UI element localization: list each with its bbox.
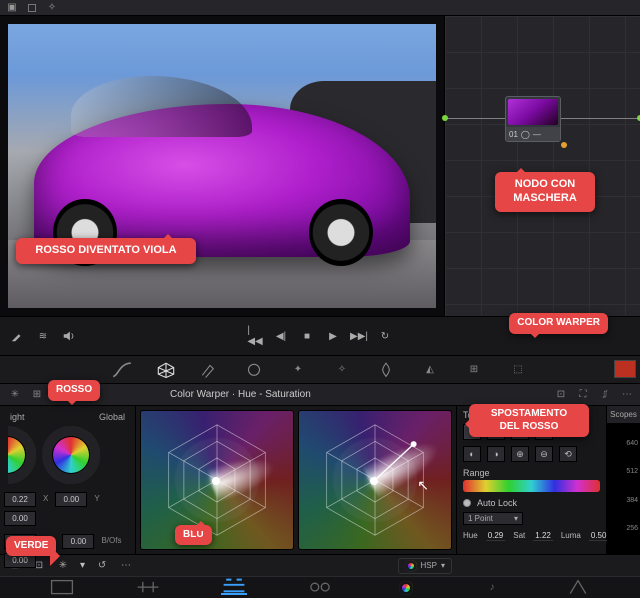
wand-icon[interactable]: ✧ bbox=[46, 2, 58, 14]
hue-value[interactable]: 0.29 bbox=[486, 531, 506, 541]
val-c1[interactable]: 0.00 bbox=[4, 511, 36, 526]
viewer-top-strip: ▣ ✧ bbox=[0, 0, 640, 16]
waveform-mini[interactable]: 640 512 384 256 bbox=[607, 424, 640, 554]
hue-range-strip[interactable] bbox=[463, 480, 600, 492]
callout-blu: BLU bbox=[175, 525, 212, 546]
key-icon[interactable]: ◭ bbox=[419, 361, 441, 379]
warper-spider-icon[interactable]: ✳ bbox=[8, 388, 22, 402]
lbl-y: Y bbox=[91, 492, 102, 507]
prev-clip-icon[interactable]: |◀◀ bbox=[248, 329, 262, 343]
speaker-icon[interactable] bbox=[62, 329, 76, 343]
highlight-wheel[interactable] bbox=[8, 426, 36, 484]
frame-box-icon[interactable] bbox=[28, 4, 36, 12]
autolock-label: Auto Lock bbox=[477, 498, 517, 508]
node-number: 01 bbox=[509, 130, 518, 139]
callout-rosso: ROSSO bbox=[48, 380, 100, 401]
val-a1[interactable]: 0.22 bbox=[4, 492, 36, 507]
blur-icon[interactable] bbox=[375, 361, 397, 379]
cursor-icon: ↖ bbox=[417, 477, 429, 494]
autolock-radio[interactable] bbox=[463, 499, 471, 507]
val-b1[interactable]: 0.00 bbox=[55, 492, 87, 507]
tab-edit[interactable] bbox=[221, 581, 247, 595]
brand-badge bbox=[614, 360, 636, 378]
tool-c[interactable]: ⊕ bbox=[511, 446, 529, 462]
lower-panels: ight Global 0.22 X 0.00 Y 0.00 0.00 MD 0… bbox=[0, 406, 640, 554]
sat-label: Sat bbox=[513, 531, 525, 541]
main-area: ROSSO DIVENTATO VIOLA 01 ◯ — NODO CON MA… bbox=[0, 16, 640, 316]
callout-viewer: ROSSO DIVENTATO VIOLA bbox=[16, 238, 196, 264]
next-clip-icon[interactable]: ▶▶| bbox=[352, 329, 366, 343]
point-select[interactable]: 1 Point ▾ bbox=[463, 512, 523, 525]
curves-icon[interactable] bbox=[111, 361, 133, 379]
callout-verde: VERDE bbox=[6, 536, 56, 557]
scopes-mini-pane: Scopes 640 512 384 256 bbox=[606, 406, 640, 554]
clip-icon[interactable]: ▣ bbox=[6, 2, 18, 14]
magic-mask-icon[interactable]: ✧ bbox=[331, 361, 353, 379]
viewer-image[interactable] bbox=[8, 24, 436, 308]
window-icon[interactable] bbox=[243, 361, 265, 379]
node-link-icon: — bbox=[533, 130, 541, 139]
tool-d[interactable]: ⊖ bbox=[535, 446, 553, 462]
luma-value[interactable]: 0.50 bbox=[589, 531, 609, 541]
3d-icon[interactable]: ⬚ bbox=[507, 361, 529, 379]
tab-fairlight[interactable]: ♪ bbox=[479, 581, 505, 595]
tab-media[interactable] bbox=[49, 581, 75, 595]
warper-hue-sat-right[interactable]: ↖ bbox=[298, 410, 452, 550]
viewer-panel: ROSSO DIVENTATO VIOLA bbox=[0, 16, 445, 316]
lbl-bofs: B/Ofs bbox=[98, 534, 124, 549]
warper-hue-sat-left[interactable]: BLU bbox=[140, 410, 294, 550]
tick-384: 384 bbox=[626, 497, 638, 504]
range-label: Range bbox=[463, 468, 600, 478]
warper-tools-pane: Tools ↖ ✎ 📍 ⇲ ◐ ◑ ⊕ ⊖ ⟲ Range Auto Lock … bbox=[456, 406, 606, 554]
loop-icon[interactable]: ↻ bbox=[378, 329, 392, 343]
callout-spostamento: SPOSTAMENTO DEL ROSSO bbox=[469, 404, 589, 437]
node-thumbnail bbox=[508, 99, 558, 125]
wheel-right-label: Global bbox=[99, 412, 125, 422]
node-mask-icon: ◯ bbox=[521, 130, 530, 139]
page-tabs: ♪ bbox=[0, 576, 640, 598]
tab-fusion[interactable] bbox=[307, 581, 333, 595]
tool-e[interactable]: ⟲ bbox=[559, 446, 577, 462]
stop-icon[interactable]: ■ bbox=[300, 329, 314, 343]
tick-640: 640 bbox=[626, 440, 638, 447]
play-icon[interactable]: ▶ bbox=[326, 329, 340, 343]
luma-label: Luma bbox=[561, 531, 581, 541]
tracking-icon[interactable]: ✦ bbox=[287, 361, 309, 379]
waveform-toggle-icon[interactable]: ⎎ bbox=[598, 388, 612, 402]
tab-cut[interactable] bbox=[135, 581, 161, 595]
color-ring-icon bbox=[405, 560, 417, 572]
callout-node: NODO CON MASCHERA bbox=[495, 172, 595, 212]
wheel-left-label: ight bbox=[10, 412, 25, 422]
step-back-icon[interactable]: ◀| bbox=[274, 329, 288, 343]
tick-256: 256 bbox=[626, 525, 638, 532]
sizing-icon[interactable]: ⊞ bbox=[463, 361, 485, 379]
lbl-x: X bbox=[40, 492, 51, 507]
zoom-fit-icon[interactable]: ⊡ bbox=[554, 388, 568, 402]
tool-a[interactable]: ◐ bbox=[463, 446, 481, 462]
callout-color-warper: COLOR WARPER bbox=[509, 313, 608, 334]
color-wheels-pane: ight Global 0.22 X 0.00 Y 0.00 0.00 MD 0… bbox=[0, 406, 136, 554]
more-icon[interactable]: ⋯ bbox=[620, 388, 634, 402]
scopes-tab[interactable]: Scopes bbox=[607, 406, 640, 424]
tool-b[interactable]: ◑ bbox=[487, 446, 505, 462]
transport-bar: ≋ |◀◀ ◀| ■ ▶ ▶▶| ↻ COLOR WARPER bbox=[0, 316, 640, 356]
expand-icon[interactable]: ⛶ bbox=[576, 388, 590, 402]
node-graph[interactable]: 01 ◯ — NODO CON MASCHERA bbox=[445, 16, 640, 316]
qualifier-icon[interactable] bbox=[199, 361, 221, 379]
warper-grid-icon[interactable]: ⊞ bbox=[30, 388, 44, 402]
tab-color[interactable] bbox=[393, 581, 419, 595]
panel-title: Color Warper · Hue - Saturation bbox=[170, 389, 311, 400]
warper-scopes: BLU ↖ bbox=[136, 406, 456, 554]
color-warper-header: ✳ ⊞ ••• Color Warper · Hue - Saturation … bbox=[0, 384, 640, 406]
hue-label: Hue bbox=[463, 531, 478, 541]
tick-512: 512 bbox=[626, 468, 638, 475]
picker-icon[interactable] bbox=[10, 329, 24, 343]
stack-icon[interactable]: ≋ bbox=[36, 329, 50, 343]
global-wheel[interactable] bbox=[42, 426, 100, 484]
sat-value[interactable]: 1.22 bbox=[533, 531, 553, 541]
color-warper-icon[interactable] bbox=[155, 361, 177, 379]
corrector-node[interactable]: 01 ◯ — bbox=[505, 96, 561, 142]
hsp-mode-pill[interactable]: HSP ▾ bbox=[398, 558, 452, 574]
tab-deliver[interactable] bbox=[565, 581, 591, 595]
